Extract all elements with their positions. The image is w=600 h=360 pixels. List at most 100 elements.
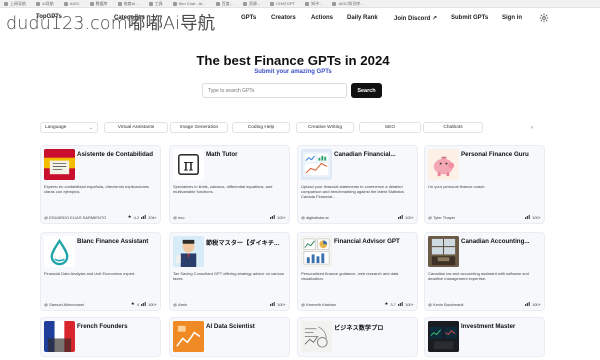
bookmark-label: AI导航 [42,0,54,6]
nav-gpts[interactable]: GPTs [241,15,256,21]
nav-daily-rank[interactable]: Daily Rank [347,15,378,21]
gpt-card-uses: 100+ [276,214,286,220]
gpt-card-title[interactable]: Investment Master [461,323,541,330]
gpt-card-description: Financial Data Analysis and Unit Economi… [44,271,136,276]
gpt-card-author-name: digitaltutor.ai [306,214,329,220]
bookmark-item[interactable]: AIGC [63,1,80,6]
gpt-card-author[interactable]: @ Samuel Alimonowei [44,302,84,307]
bookmark-item[interactable]: 知乎... [305,1,322,7]
gpt-card-author[interactable]: @ evo [173,215,185,220]
gpt-card-stats: ★ 4.2 20k+ [128,214,157,220]
gpt-card-title[interactable]: Financial Advisor GPT [334,238,414,245]
at-icon: @ [428,214,433,220]
gpt-card-author-name: evo [178,214,185,220]
gpt-card-title[interactable]: 節税マスター【ダイキチ... [206,238,286,247]
bookmark-label: 资源... [248,0,261,6]
gpt-card-author[interactable]: @ Tyler Thayer [428,215,455,220]
gpt-card-stats: ★ 3.7 100+ [384,301,414,307]
nav-creators[interactable]: Creators [271,15,296,21]
filter-chip[interactable]: Chatbots [423,122,483,133]
gpt-card-title[interactable]: ビジネス数学プロ [334,323,414,332]
bookmark-item[interactable]: 数据库 [89,1,108,7]
bookmark-label: 百度... [221,0,233,6]
gpt-card-author[interactable]: @ Kenneth Kanban [301,302,336,307]
search-input[interactable] [202,83,347,98]
spain-flag-ledger-image [44,149,75,180]
gpt-card[interactable]: ビジネス数学プロ [297,317,418,357]
gpt-card[interactable]: Blanc Finance Assistant Financial Data An… [40,232,161,311]
bookmark-item[interactable]: CHATGPT [270,1,295,6]
gpt-card[interactable]: Personal Finance Guru I'm your personal f… [424,145,545,224]
gpt-card-title[interactable]: Personal Finance Guru [461,151,541,158]
gpt-card-author[interactable]: @ digitaltutor.ai [301,215,329,220]
gpt-card[interactable]: Investment Master [424,317,545,357]
gpt-card-author-name: EDUARDO ELIAS SARMIENTO [49,214,107,220]
usage-bars-icon [269,214,275,220]
folder-icon [89,1,94,6]
bookmark-label: 上网导航 [10,0,26,6]
bookmark-label: Kim Chat - AI... [178,1,206,6]
filter-chip[interactable]: Virtual Assistants [104,122,168,133]
nav-join-discord[interactable]: Join Discord ↗ [394,15,437,22]
gpt-card-uses: 100+ [404,214,414,220]
bookmark-label: AIGC知识库... [338,0,364,6]
at-icon: @ [173,301,178,307]
search-button[interactable]: Search [351,83,382,98]
gpt-card-stats: 100+ [524,214,541,220]
gpt-card-author[interactable]: @ Kevin Boudreault [428,302,464,307]
folder-icon [172,1,177,6]
gpt-card[interactable]: Asistente de Contabilidad Experto en cont… [40,145,161,224]
gpt-card[interactable]: Financial Advisor GPT Personalized financ… [297,232,418,311]
dashboard-charts-image [301,149,332,180]
bookmark-item[interactable]: AI导航 [36,1,54,7]
star-icon: ★ [130,301,135,306]
gpt-card-stats: 100+ [269,301,286,307]
gpt-card-title[interactable]: Canadian Accounting... [461,238,541,245]
nav-submit-gpts[interactable]: Submit GPTs [451,15,488,21]
gpt-card-title[interactable]: Blanc Finance Assistant [77,238,157,245]
bookmark-item[interactable]: 资源... [242,0,261,7]
chevron-right-icon[interactable]: › [528,122,536,133]
filter-chip[interactable]: Image Generation [170,122,228,133]
bookmark-item[interactable]: 百度... [215,0,233,7]
gpt-card-stats: 100+ [397,214,414,220]
gpt-card-author-name: Tyler Thayer [433,214,456,220]
gpt-card[interactable]: 節税マスター【ダイキチ... Tax Saving Consultant GPT … [169,232,290,311]
filter-chip[interactable]: SEO [359,122,421,133]
usage-bars-icon [524,214,530,220]
gpt-card-author[interactable]: @ Amin [173,302,187,307]
filter-chip[interactable]: Coding Help [232,122,290,133]
filter-chip[interactable]: Creative Writing [296,122,354,133]
gpt-card-title[interactable]: AI Data Scientist [206,323,286,330]
gpt-card-title[interactable]: Canadian Financial... [334,151,414,158]
gpt-card-title[interactable]: French Founders [77,323,157,330]
gpt-card-author[interactable]: @ EDUARDO ELIAS SARMIENTO [44,215,106,220]
bookmark-item[interactable]: AIGC知识库... [332,0,364,7]
nav-sign-in[interactable]: Sign in [502,15,522,21]
gpt-card-description: Upload your financial statements to comm… [301,184,405,200]
gpt-card[interactable]: π Math Tutor Specializes in limits, calcul… [169,145,290,224]
gpt-card-description: Tax Saving Consultant GPT offering strat… [173,271,285,282]
gpt-card-uses: 100+ [147,301,157,307]
gpt-card[interactable]: AI Data Scientist [169,317,290,357]
folder-icon [242,1,247,6]
settings-gear-icon[interactable] [539,13,549,23]
submit-gpts-link[interactable]: Submit your amazing GPTs [0,69,586,75]
language-select-label: Language [45,125,67,130]
gpt-card-uses: 100+ [404,301,414,307]
gpt-card[interactable]: Canadian Accounting... Canadian tax and a… [424,232,545,311]
bookmark-item[interactable]: 工具 [148,1,163,7]
language-select[interactable]: Language ⌄ [40,122,98,133]
gpt-card-title[interactable]: Asistente de Contabilidad [77,151,157,158]
gpt-card[interactable]: French Founders [40,317,161,357]
nav-actions[interactable]: Actions [311,15,333,21]
gpt-card-author-name: Amin [178,301,188,307]
folder-icon [332,1,337,6]
bookmark-item[interactable]: Kim Chat - AI... [172,1,206,6]
svg-text:π: π [183,156,193,174]
gpt-card-title[interactable]: Math Tutor [206,151,286,158]
gpt-card[interactable]: Canadian Financial... Upload your financi… [297,145,418,224]
bookmark-label: AIGC [69,1,80,6]
bookmark-item[interactable]: 上网导航 [4,1,26,7]
bookmark-item[interactable]: 电商AI... [117,1,139,7]
